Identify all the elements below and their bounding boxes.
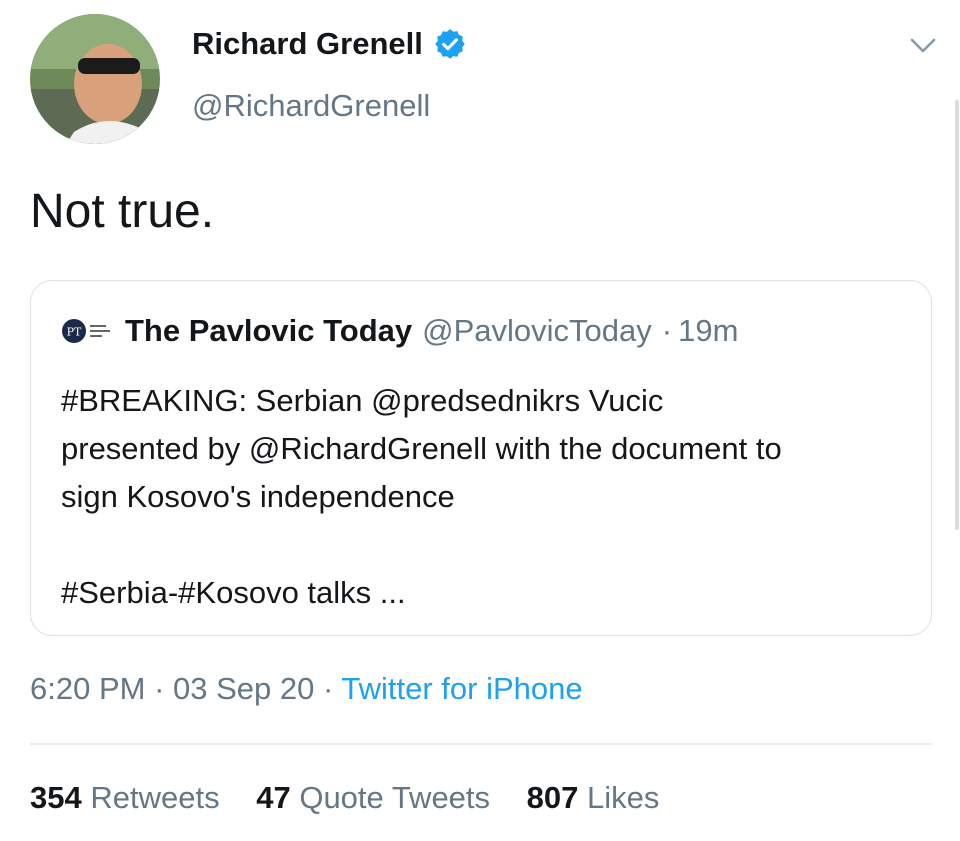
quoted-tweet-age: 19m	[678, 313, 739, 348]
quoted-tweet-body: #BREAKING: Serbian @predsednikrs Vucic p…	[61, 377, 911, 617]
verified-badge-icon	[433, 27, 467, 61]
tweet-metadata: 6:20 PM · 03 Sep 20 · Twitter for iPhone	[30, 671, 583, 707]
author-name-row: Richard Grenell	[192, 26, 467, 62]
dot-separator: ·	[154, 671, 174, 706]
engagement-stats: 354 Retweets 47 Quote Tweets 807 Likes	[30, 780, 687, 816]
retweets-stat[interactable]: 354 Retweets	[30, 780, 228, 815]
author-avatar[interactable]	[30, 14, 160, 144]
quoted-author-handle[interactable]: @PavlovicToday	[422, 313, 652, 349]
quoted-line-3: sign Kosovo's independence	[61, 479, 455, 514]
likes-label: Likes	[587, 780, 660, 815]
likes-stat[interactable]: 807 Likes	[527, 780, 660, 815]
scrollbar[interactable]	[955, 100, 959, 530]
tweet-text: Not true.	[30, 185, 215, 238]
quoted-author-name[interactable]: The Pavlovic Today	[125, 313, 412, 349]
quoted-line-1: #BREAKING: Serbian @predsednikrs Vucic	[61, 383, 664, 418]
retweets-label: Retweets	[90, 780, 220, 815]
dot-separator: ·	[661, 313, 673, 348]
avatar-image	[30, 14, 160, 144]
likes-count: 807	[526, 780, 579, 815]
quoted-line-4: #Serbia-#Kosovo talks ...	[61, 575, 406, 610]
retweets-count: 354	[30, 780, 82, 815]
publication-logo-icon: PT	[61, 317, 113, 345]
dot-separator: ·	[323, 671, 342, 706]
tweet-time[interactable]: 6:20 PM	[30, 671, 145, 706]
quoted-tweet-card[interactable]: PT The Pavlovic Today @PavlovicToday · 1…	[30, 280, 932, 636]
quote-tweets-count: 47	[256, 780, 291, 815]
author-display-name[interactable]: Richard Grenell	[192, 26, 423, 62]
quoted-tweet-header: PT The Pavlovic Today @PavlovicToday · 1…	[61, 313, 738, 349]
svg-text:PT: PT	[67, 326, 82, 339]
author-handle[interactable]: @RichardGrenell	[192, 88, 430, 124]
chevron-down-icon[interactable]	[908, 34, 938, 58]
quote-tweets-label: Quote Tweets	[299, 780, 491, 815]
tweet-source-link[interactable]: Twitter for iPhone	[341, 671, 582, 706]
divider	[30, 743, 932, 745]
quoted-line-2: presented by @RichardGrenell with the do…	[61, 431, 782, 466]
quote-tweets-stat[interactable]: 47 Quote Tweets	[256, 780, 498, 815]
tweet-date[interactable]: 03 Sep 20	[173, 671, 314, 706]
